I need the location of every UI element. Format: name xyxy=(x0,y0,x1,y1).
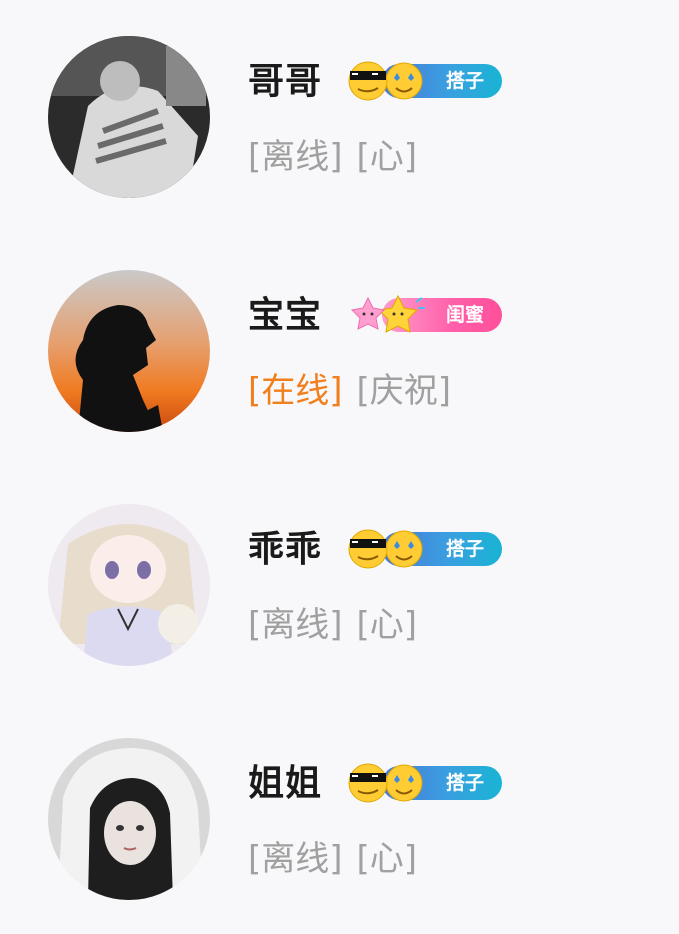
online-status: [离线] xyxy=(248,137,343,177)
status-row: [离线] [心] xyxy=(248,836,417,882)
cool-sunglasses-star-eyes-emoji-icon xyxy=(348,529,423,569)
avatar[interactable] xyxy=(48,270,210,432)
contact-list: 哥哥 搭子 [离线] [心] 宝宝 闺蜜 [在线] [庆祝] 乖乖 搭子 [离线… xyxy=(0,0,679,934)
relationship-badge: 搭子 xyxy=(346,762,502,804)
avatar-photo-hood xyxy=(48,738,210,900)
mood-status: [心] xyxy=(356,137,418,177)
mood-status: [心] xyxy=(356,839,418,879)
avatar[interactable] xyxy=(48,36,210,198)
avatar-photo-anime xyxy=(48,504,210,666)
relationship-badge: 搭子 xyxy=(346,60,502,102)
relationship-badge: 搭子 xyxy=(346,528,502,570)
status-row: [离线] [心] xyxy=(248,602,417,648)
online-status: [离线] xyxy=(248,839,343,879)
mood-status: [心] xyxy=(356,605,418,645)
contact-name: 宝宝 xyxy=(248,295,323,336)
online-status: [离线] xyxy=(248,605,343,645)
avatar-photo-bw xyxy=(48,36,210,198)
avatar[interactable] xyxy=(48,504,210,666)
pink-and-yellow-stars-emoji-icon xyxy=(350,294,425,333)
contact-item-guaiguai[interactable]: 乖乖 搭子 [离线] [心] xyxy=(0,468,679,666)
contact-name: 哥哥 xyxy=(248,61,323,102)
cool-sunglasses-star-eyes-emoji-icon xyxy=(348,763,423,803)
mood-status: [庆祝] xyxy=(356,371,452,411)
online-status: [在线] xyxy=(248,371,343,411)
cool-sunglasses-star-eyes-emoji-icon xyxy=(348,61,423,101)
status-row: [离线] [心] xyxy=(248,134,417,180)
contact-item-jiejie[interactable]: 姐姐 搭子 [离线] [心] xyxy=(0,702,679,900)
contact-name: 姐姐 xyxy=(248,763,323,804)
avatar-photo-sunset xyxy=(48,270,210,432)
contact-item-gege[interactable]: 哥哥 搭子 [离线] [心] xyxy=(0,0,679,198)
contact-item-baobao[interactable]: 宝宝 闺蜜 [在线] [庆祝] xyxy=(0,234,679,432)
relationship-badge: 闺蜜 xyxy=(346,294,502,336)
status-row: [在线] [庆祝] xyxy=(248,368,451,414)
contact-name: 乖乖 xyxy=(248,529,323,570)
avatar[interactable] xyxy=(48,738,210,900)
